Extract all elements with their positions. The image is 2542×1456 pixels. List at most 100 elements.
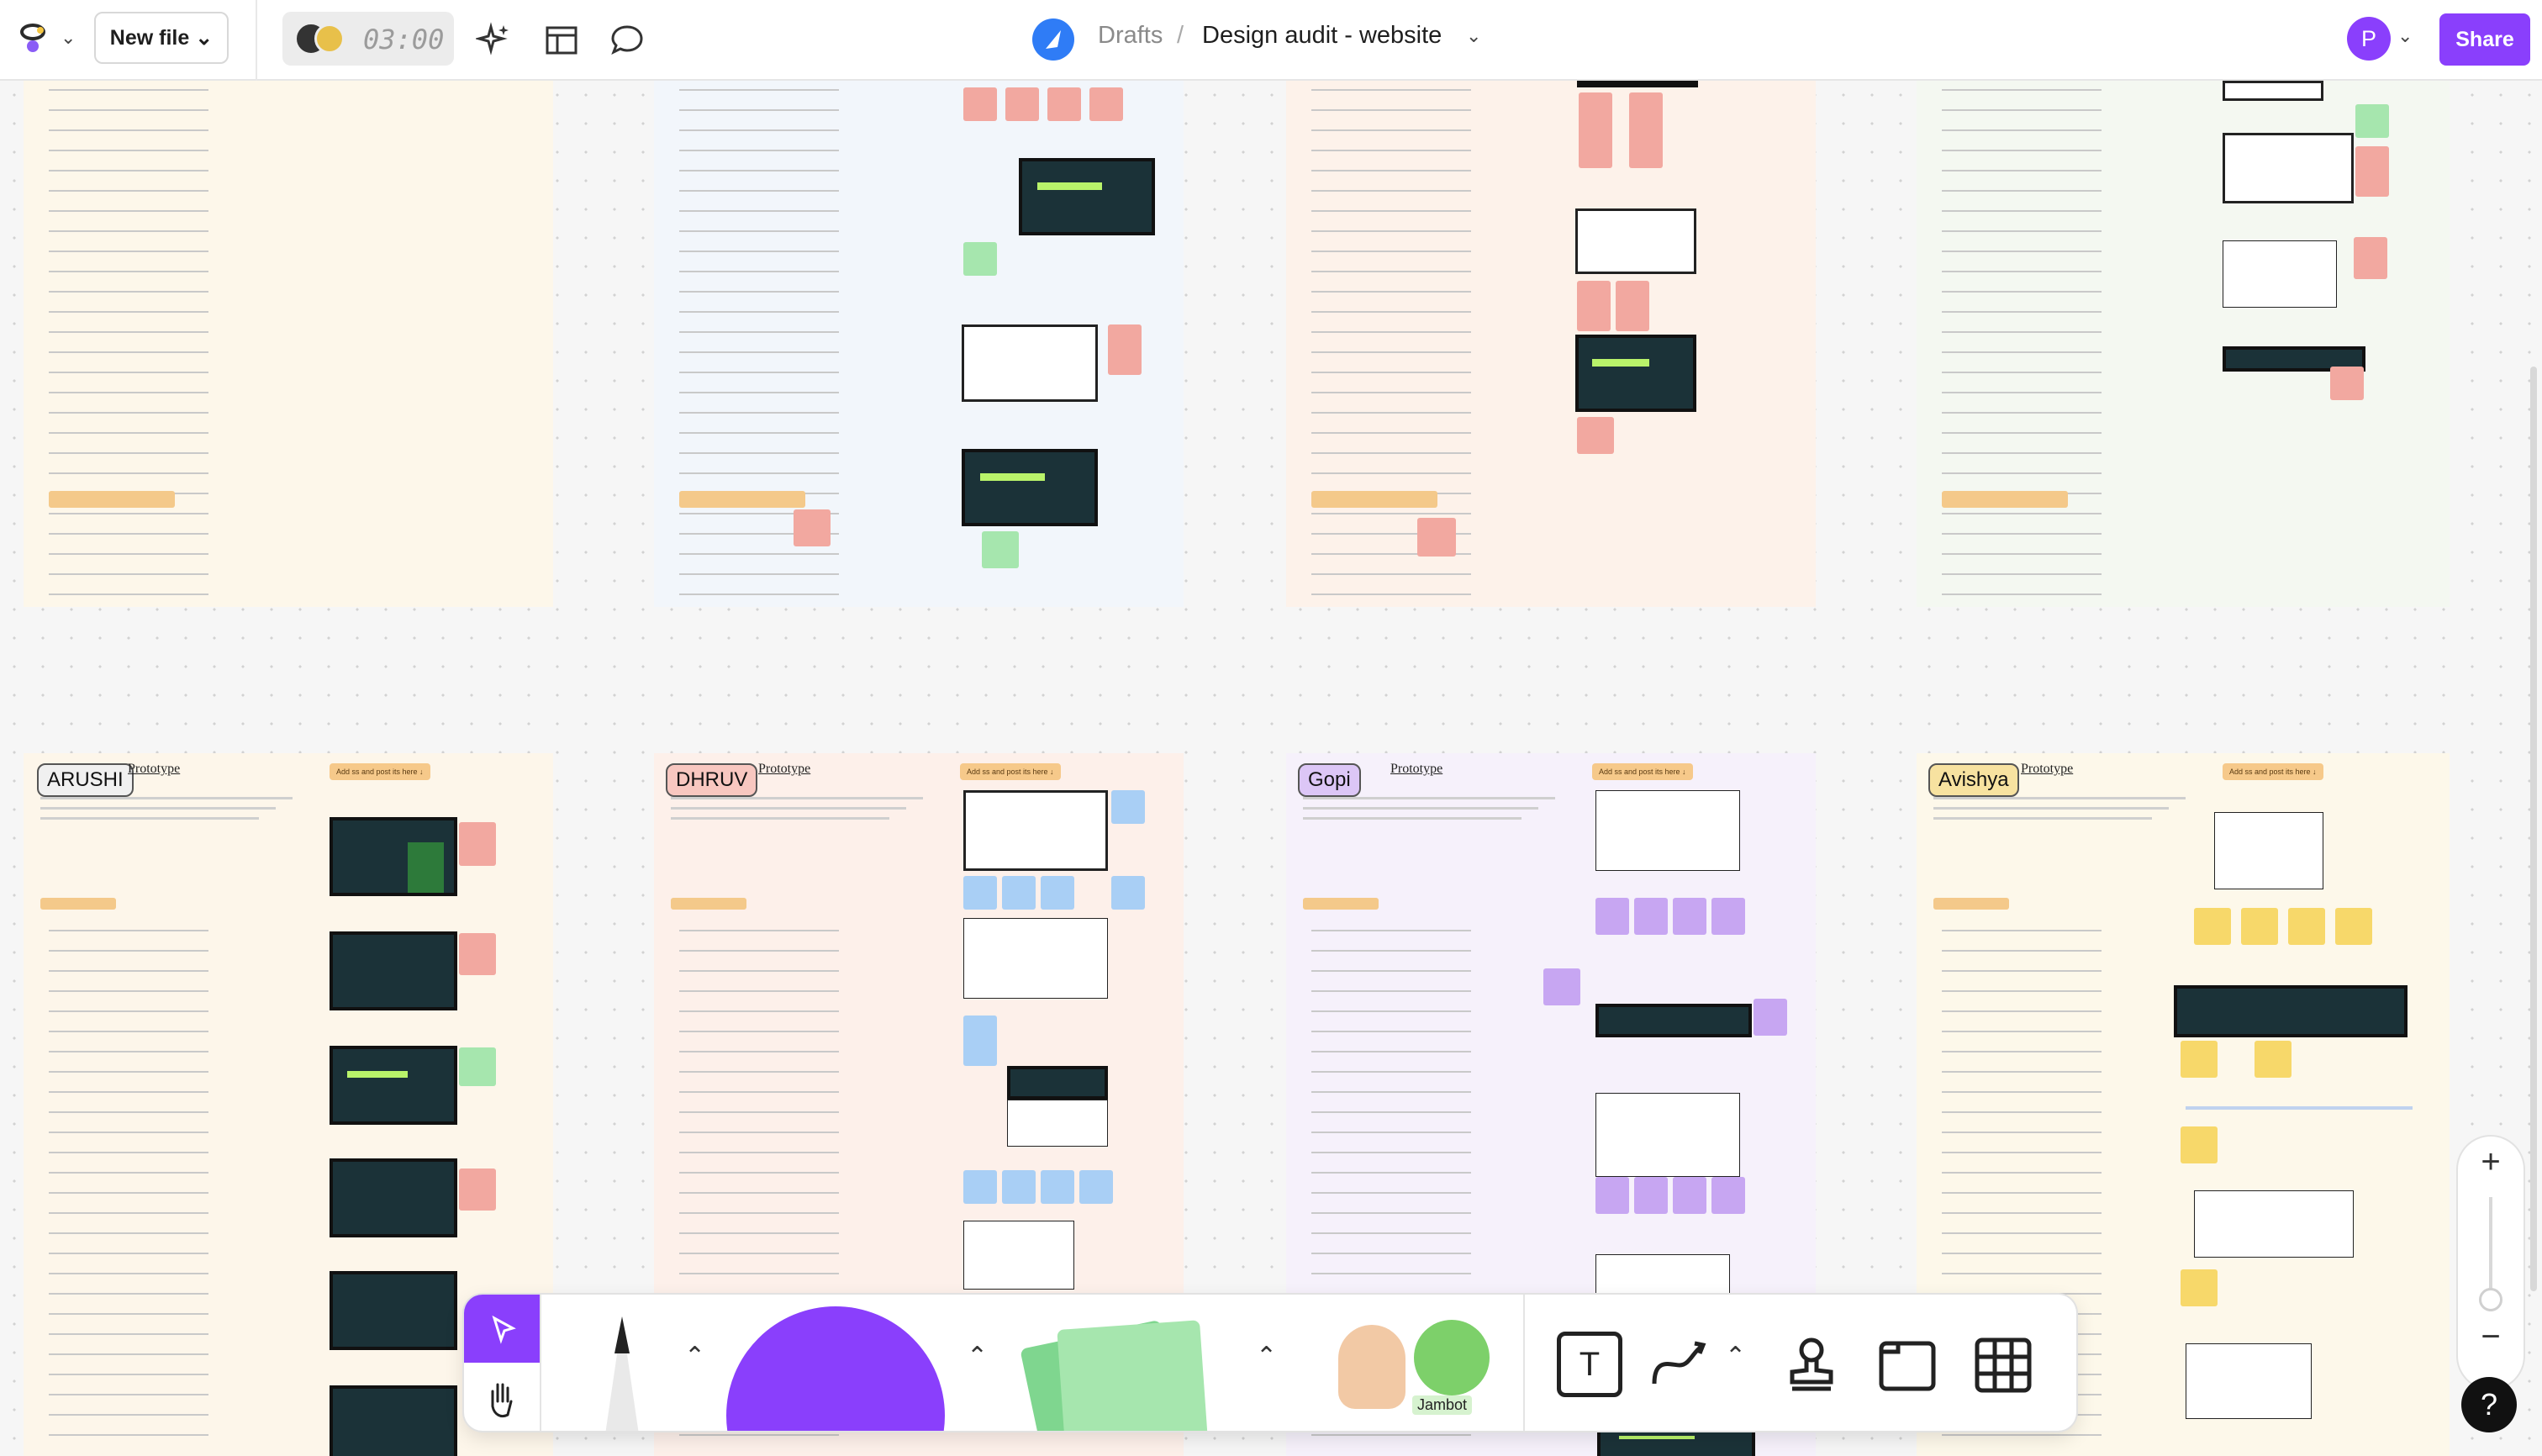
screenshot[interactable]: [1595, 1093, 1740, 1177]
board-top-3[interactable]: [1286, 81, 1816, 607]
prototype-link[interactable]: Prototype: [1390, 762, 1442, 777]
jambot-icon[interactable]: [1414, 1320, 1490, 1395]
sticky-note[interactable]: [1041, 876, 1074, 910]
sticky-note[interactable]: [982, 531, 1019, 568]
screenshot[interactable]: [330, 817, 457, 896]
sticky-note[interactable]: [1673, 1177, 1706, 1214]
sticky-note[interactable]: [1634, 1177, 1668, 1214]
sticky-note[interactable]: [2181, 1126, 2218, 1163]
chevron-down-icon[interactable]: ⌄: [2397, 25, 2413, 47]
prototype-link[interactable]: Prototype: [758, 762, 810, 777]
sticky-note[interactable]: [1673, 898, 1706, 935]
screenshot[interactable]: [963, 1221, 1074, 1290]
sticky-note[interactable]: [2288, 908, 2325, 945]
user-avatar[interactable]: P: [2347, 17, 2391, 61]
chevron-up-icon[interactable]: ⌃: [1725, 1342, 1746, 1371]
select-tool-button[interactable]: [464, 1295, 540, 1363]
zoom-out-button[interactable]: −: [2458, 1318, 2524, 1356]
add-screenshots-button[interactable]: Add ss and post its here ↓: [2223, 763, 2323, 780]
screenshot[interactable]: [1019, 158, 1155, 235]
table-tool-icon[interactable]: [1970, 1332, 2036, 1397]
sticky-note[interactable]: [2355, 104, 2389, 138]
screenshot[interactable]: [1007, 1066, 1108, 1100]
sticky-note[interactable]: [1579, 92, 1612, 168]
zoom-in-button[interactable]: +: [2458, 1143, 2524, 1181]
add-screenshots-button[interactable]: Add ss and post its here ↓: [1592, 763, 1693, 780]
sticky-note[interactable]: [1595, 898, 1629, 935]
sticky-note[interactable]: [1577, 417, 1614, 454]
board-top-4[interactable]: [1917, 81, 2450, 607]
board-top-2[interactable]: [654, 81, 1184, 607]
screenshot[interactable]: [1575, 335, 1696, 412]
sticky-note[interactable]: [963, 876, 997, 910]
timer-button[interactable]: 03:00: [282, 12, 454, 66]
sticky-note[interactable]: [794, 509, 831, 546]
sticky-note[interactable]: [1079, 1170, 1113, 1204]
add-screenshots-button[interactable]: Add ss and post its here ↓: [960, 763, 1061, 780]
sticky-note[interactable]: [2355, 146, 2389, 197]
prototype-link[interactable]: Prototype: [2021, 762, 2073, 777]
sparkle-icon[interactable]: [476, 22, 513, 59]
sticky-note[interactable]: [1111, 876, 1145, 910]
share-button[interactable]: Share: [2439, 13, 2530, 66]
sticky-note[interactable]: [1041, 1170, 1074, 1204]
add-screenshots-button[interactable]: Add ss and post its here ↓: [330, 763, 430, 780]
sticky-note[interactable]: [1417, 518, 1456, 557]
screenshot[interactable]: [1595, 790, 1740, 871]
screenshot[interactable]: [1007, 1100, 1108, 1147]
screenshot[interactable]: [2214, 812, 2323, 889]
chevron-up-icon[interactable]: ⌃: [684, 1342, 705, 1371]
screenshot[interactable]: [2174, 985, 2408, 1037]
vertical-scrollbar[interactable]: [2530, 367, 2537, 1291]
sticky-note[interactable]: [1711, 1177, 1745, 1214]
stamp-tool-icon[interactable]: [1779, 1332, 1844, 1397]
sticky-note[interactable]: [1543, 968, 1580, 1005]
sticky-note[interactable]: [963, 1016, 997, 1066]
zoom-slider-handle[interactable]: [2479, 1288, 2502, 1311]
help-button[interactable]: ?: [2461, 1377, 2517, 1432]
section-tool-icon[interactable]: [1875, 1332, 1940, 1397]
sticky-note[interactable]: [1595, 1177, 1629, 1214]
comment-icon[interactable]: [609, 22, 646, 59]
sticky-note[interactable]: [1754, 999, 1787, 1036]
shape-tool-circle[interactable]: [726, 1306, 945, 1431]
screenshot[interactable]: [330, 931, 457, 1010]
whiteboard-canvas[interactable]: ARUSHI Prototype Add ss and post its her…: [0, 81, 2542, 1456]
sticky-note[interactable]: [1108, 324, 1142, 375]
sticky-note-tool-top[interactable]: [1057, 1320, 1208, 1431]
sticky-note[interactable]: [2335, 908, 2372, 945]
connector-tool-icon[interactable]: [1646, 1332, 1711, 1397]
screenshot[interactable]: [330, 1046, 457, 1125]
sticky-note[interactable]: [2194, 908, 2231, 945]
screenshot[interactable]: [2194, 1190, 2354, 1258]
chevron-up-icon[interactable]: ⌃: [967, 1342, 988, 1371]
sticky-note[interactable]: [459, 1168, 496, 1211]
sticky-note[interactable]: [459, 933, 496, 975]
sticky-note[interactable]: [1089, 87, 1123, 121]
sticky-note[interactable]: [1616, 281, 1649, 331]
file-title[interactable]: Design audit - website: [1202, 22, 1442, 50]
sticky-note[interactable]: [1629, 92, 1663, 168]
screenshot[interactable]: [1597, 1427, 1755, 1456]
screenshot[interactable]: [330, 1271, 457, 1350]
sticky-note[interactable]: [1711, 898, 1745, 935]
sticky-note[interactable]: [2181, 1269, 2218, 1306]
sticker-character-icon[interactable]: [1338, 1325, 1405, 1409]
screenshot[interactable]: [330, 1385, 457, 1456]
screenshot[interactable]: [962, 449, 1098, 526]
sticky-note[interactable]: [2354, 237, 2387, 279]
sticky-note[interactable]: [963, 242, 997, 276]
sticky-note[interactable]: [2330, 367, 2364, 400]
layout-icon[interactable]: [543, 22, 580, 59]
screenshot[interactable]: [2223, 81, 2323, 101]
sticky-note[interactable]: [459, 822, 496, 866]
chevron-down-icon[interactable]: ⌄: [61, 27, 76, 49]
hand-tool-button[interactable]: [464, 1363, 540, 1431]
screenshot[interactable]: [2223, 133, 2354, 203]
sticky-note[interactable]: [1634, 898, 1668, 935]
screenshot[interactable]: [2186, 1343, 2312, 1419]
sticky-note[interactable]: [1111, 790, 1145, 824]
text-tool-button[interactable]: T: [1557, 1332, 1622, 1397]
sticky-note[interactable]: [1005, 87, 1039, 121]
sticky-note[interactable]: [1047, 87, 1081, 121]
